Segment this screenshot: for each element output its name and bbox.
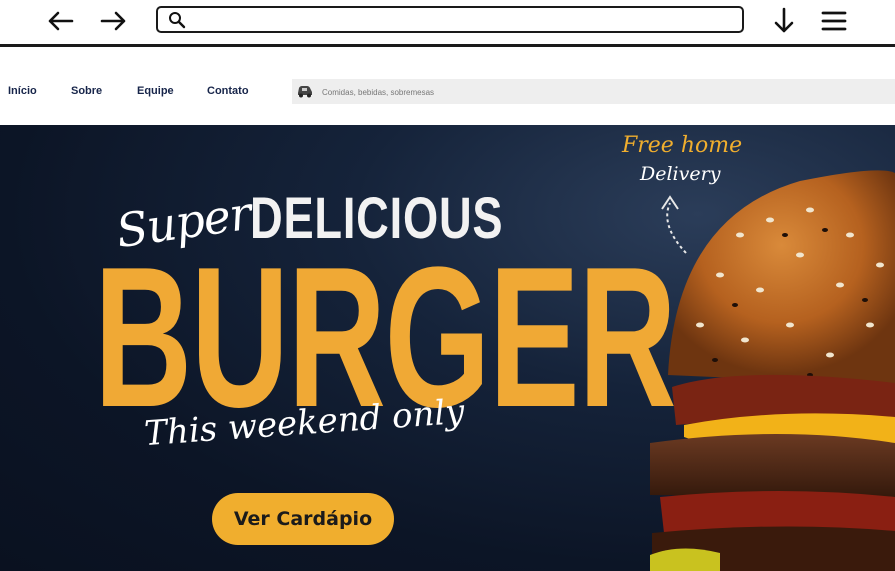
arrow-left-icon[interactable] <box>44 6 76 36</box>
browser-toolbar <box>0 0 895 47</box>
search-icon <box>168 11 186 34</box>
address-bar[interactable] <box>156 6 744 33</box>
free-delivery-badge-line2: Delivery <box>640 163 721 185</box>
arrow-right-icon[interactable] <box>98 6 130 36</box>
site-search-bar[interactable] <box>292 79 895 104</box>
hero-banner: Super DELICIOUS BURGER This weekend only… <box>0 125 895 571</box>
view-menu-button[interactable]: Ver Cardápio <box>212 493 394 545</box>
nav-link-sobre[interactable]: Sobre <box>71 85 102 97</box>
arrow-down-icon[interactable] <box>768 6 800 36</box>
nav-link-contato[interactable]: Contato <box>207 85 249 97</box>
free-delivery-badge-line1: Free home <box>622 133 743 158</box>
address-input[interactable] <box>194 10 738 31</box>
nav-link-inicio[interactable]: Início <box>8 85 37 97</box>
site-search-input[interactable] <box>320 82 884 102</box>
nav-link-equipe[interactable]: Equipe <box>137 85 174 97</box>
site-header: Início Sobre Equipe Contato <box>0 47 895 125</box>
delivery-car-icon <box>296 83 314 104</box>
hamburger-menu-icon[interactable] <box>818 6 850 36</box>
